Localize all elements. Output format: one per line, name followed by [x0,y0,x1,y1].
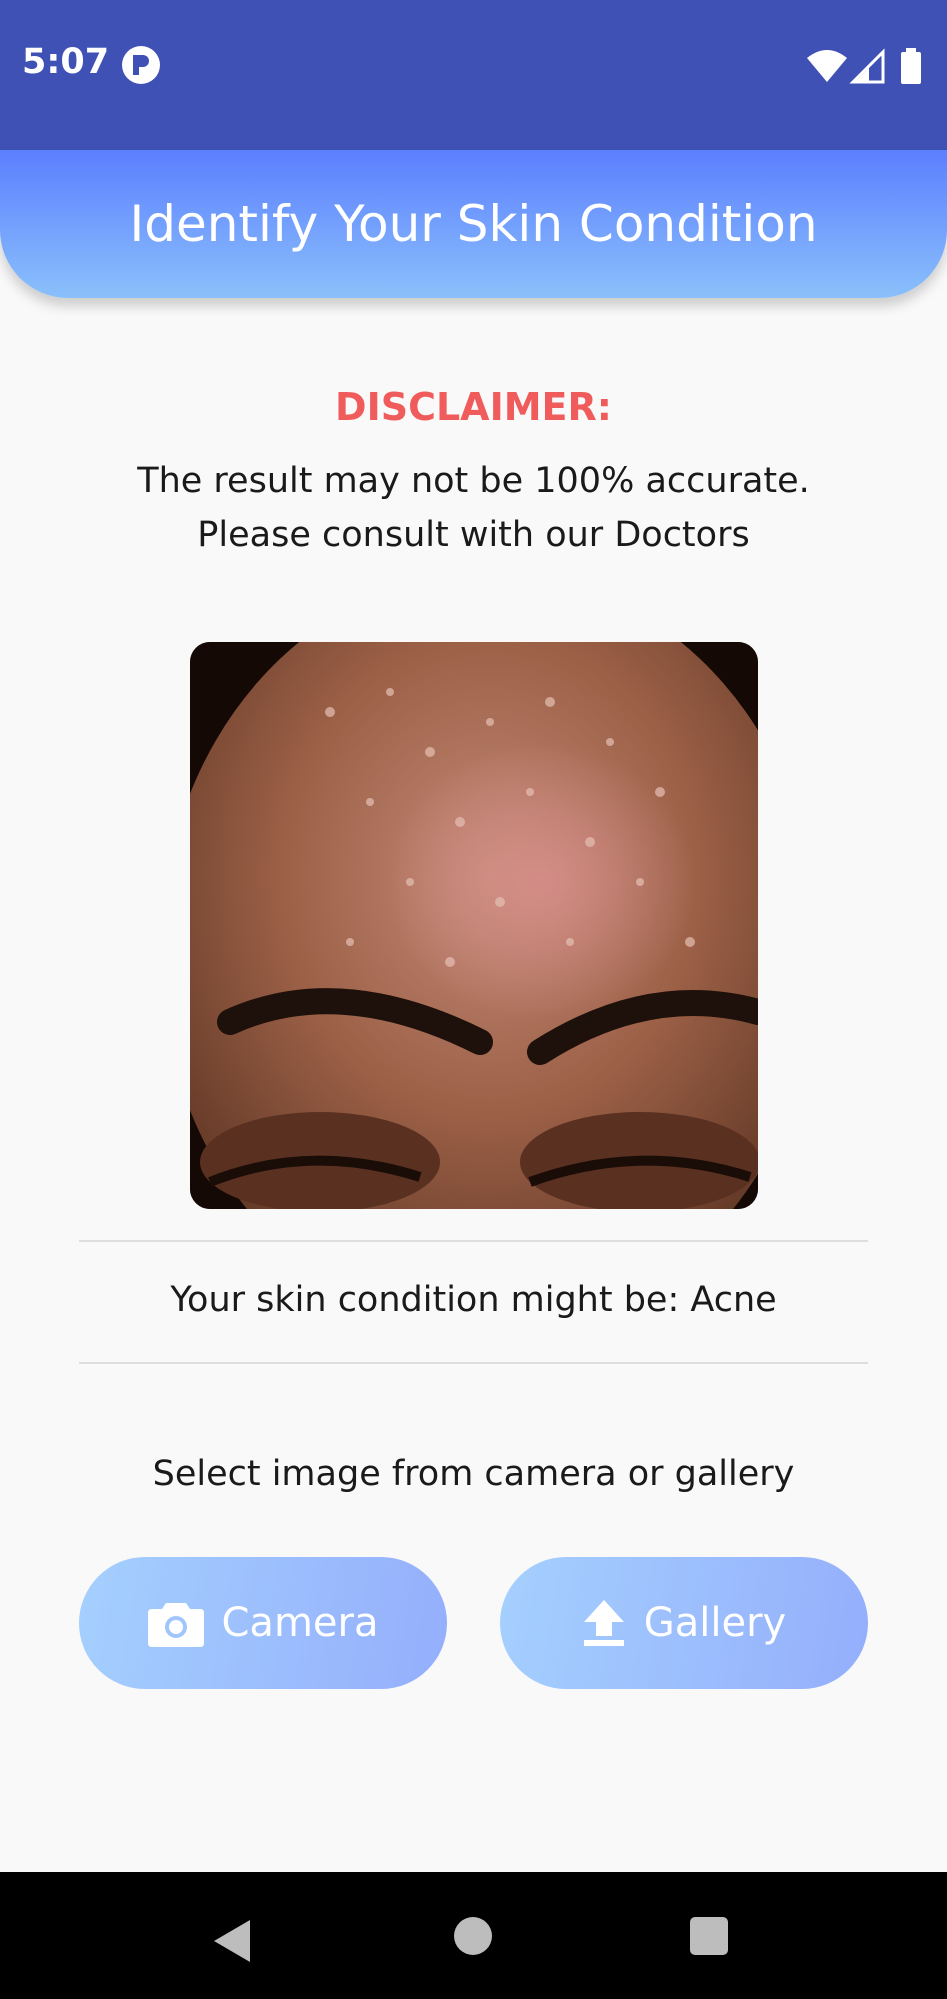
disclaimer-title: DISCLAIMER: [335,385,612,429]
battery-icon [901,52,921,84]
back-icon[interactable] [214,1920,254,1962]
page-title: Identify Your Skin Condition [129,195,818,253]
upload-icon [583,1600,624,1646]
divider [79,1362,868,1364]
gallery-button-label: Gallery [643,1600,787,1646]
camera-button[interactable]: Camera [79,1557,447,1689]
disclaimer-text: The result may not be 100% accurate. Ple… [0,454,947,562]
home-icon[interactable] [454,1917,492,1955]
wifi-icon [807,50,847,82]
skin-photo [190,642,758,1209]
app-notification-icon [122,46,160,84]
gallery-button[interactable]: Gallery [500,1557,868,1689]
navigation-bar [0,1872,947,1999]
disclaimer-line-1: The result may not be 100% accurate. [137,461,810,501]
app-header: Identify Your Skin Condition [0,150,947,298]
divider [79,1240,868,1242]
result-text: Your skin condition might be: Acne [170,1280,777,1320]
disclaimer-line-2: Please consult with our Doctors [197,515,750,555]
skin-photo-image [190,642,758,1209]
camera-icon [147,1603,204,1647]
recents-icon[interactable] [690,1917,728,1955]
status-icons [807,48,921,84]
status-time: 5:07 [22,42,110,82]
instruction-text: Select image from camera or gallery [152,1454,795,1494]
camera-button-label: Camera [221,1600,379,1646]
status-bar: 5:07 [0,0,947,150]
